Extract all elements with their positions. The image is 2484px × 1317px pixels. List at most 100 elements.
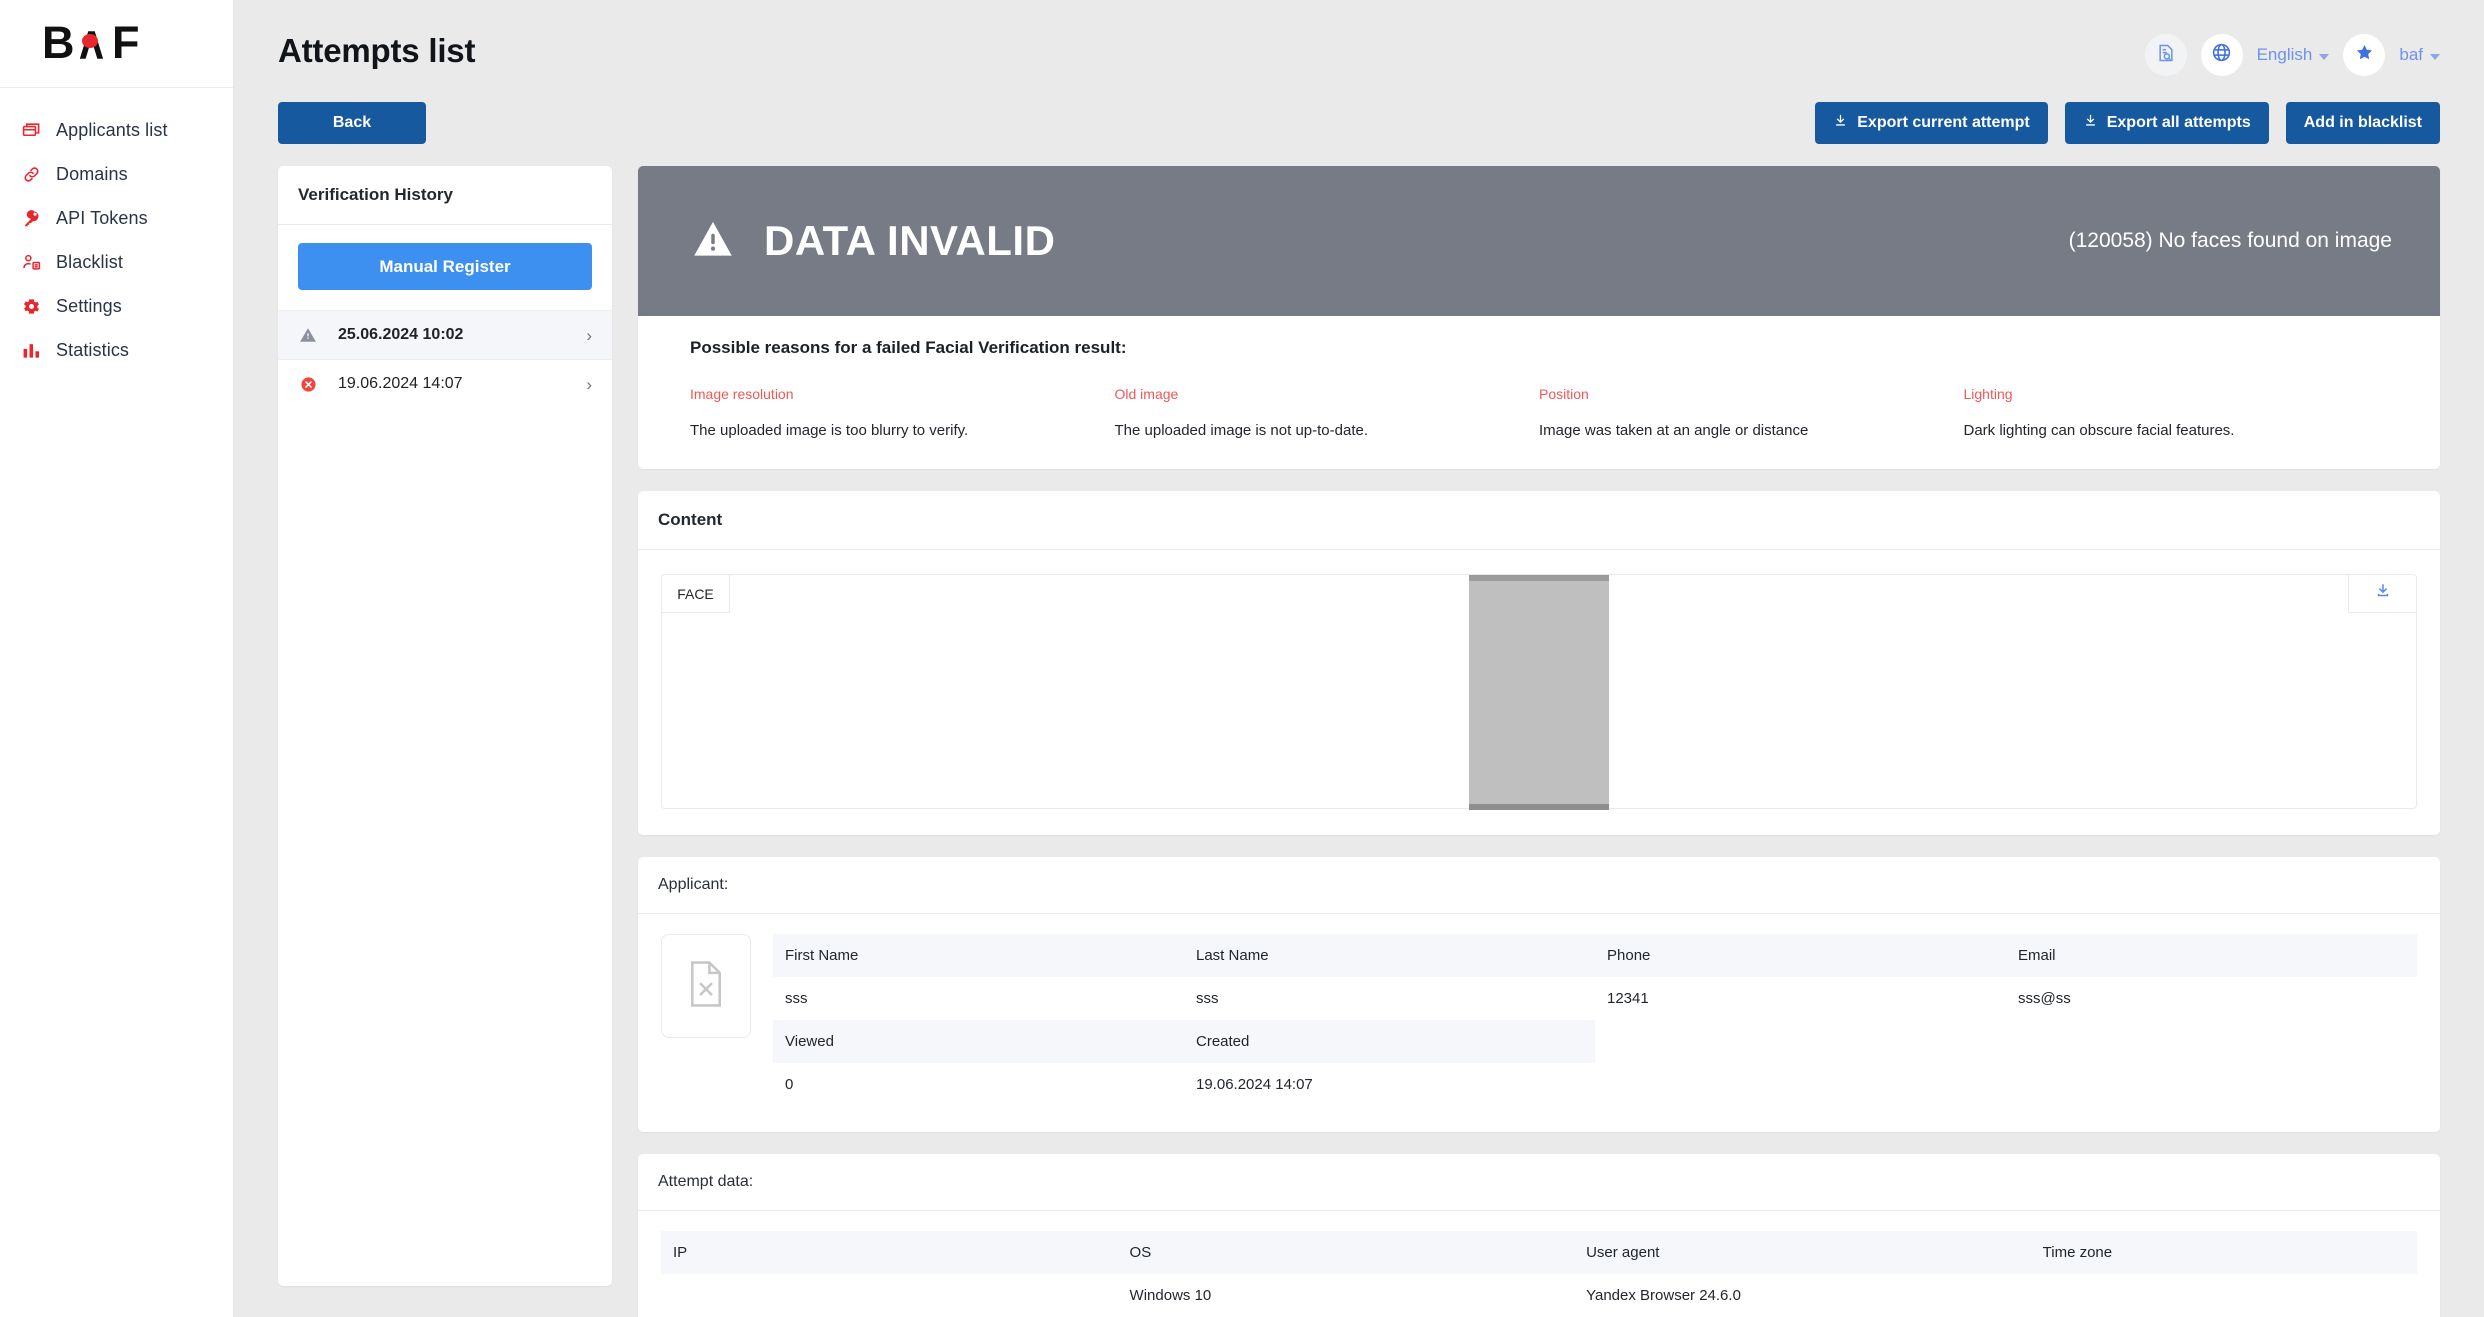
manual-register-button[interactable]: Manual Register [298,243,592,290]
reason-item: Old image The uploaded image is not up-t… [1115,386,1540,439]
download-icon [2083,113,2098,133]
media-frame: FACE [661,574,2417,810]
sidebar-item-statistics[interactable]: Statistics [0,328,233,372]
user-label: baf [2399,45,2423,64]
chevron-down-icon [2430,53,2440,60]
table-cell: 19.06.2024 14:07 [1196,1076,1313,1093]
sidebar-item-settings[interactable]: Settings [0,284,233,328]
download-image-button[interactable] [2348,575,2416,613]
sidebar-item-label: Applicants list [56,119,168,140]
verification-history-item[interactable]: 25.06.2024 10:02 › [278,310,612,359]
sidebar-item-api-tokens[interactable]: API Tokens [0,196,233,240]
reasons-section: Possible reasons for a failed Facial Ver… [638,316,2440,469]
table-row: Windows 10 Yandex Browser 24.6.0 [661,1274,2417,1317]
verification-history-date: 25.06.2024 10:02 [338,326,464,343]
user-block-icon [20,251,42,273]
applicant-title: Applicant: [638,857,2440,914]
applicant-table: First Name Last Name Phone Email sss sss… [773,934,2417,1106]
chevron-down-icon [2319,53,2330,60]
key-icon [20,207,42,229]
language-selector[interactable]: English [2257,45,2330,65]
report-button[interactable] [2144,34,2187,76]
chevron-right-icon: › [586,325,592,345]
chevron-right-icon: › [586,374,592,394]
reason-heading: Image resolution [690,386,794,402]
column-header: User agent [1574,1231,2031,1274]
column-header: Viewed [773,1020,1184,1063]
sidebar-item-blacklist[interactable]: Blacklist [0,240,233,284]
table-cell: Yandex Browser 24.6.0 [1586,1287,1741,1304]
table-cell: sss [1196,990,1219,1007]
status-left: DATA INVALID [690,217,1055,265]
globe-icon [2211,42,2232,68]
manual-register-wrap: Manual Register [278,225,612,310]
export-current-attempt-button[interactable]: Export current attempt [1815,102,2048,144]
bar-chart-icon [20,339,42,361]
sidebar-item-domains[interactable]: Domains [0,152,233,196]
download-icon [1833,113,1848,133]
applicants-list-icon [20,119,42,141]
brand-logo[interactable]: B ∧ F [0,0,233,88]
status-card: DATA INVALID (120058) No faces found on … [638,166,2440,469]
back-button[interactable]: Back [278,102,426,144]
applicant-body: First Name Last Name Phone Email sss sss… [638,914,2440,1132]
face-image [1469,575,1609,810]
reason-item: Lighting Dark lighting can obscure facia… [1964,386,2389,439]
details-column: DATA INVALID (120058) No faces found on … [638,166,2440,1317]
tab-face[interactable]: FACE [662,575,730,613]
favorites-button[interactable] [2343,34,2386,76]
table-row: First Name Last Name Phone Email [773,934,2417,977]
content-body: FACE [638,550,2440,835]
topbar: Attempts list English baf [234,0,2484,80]
column-header: OS [1117,1231,1575,1274]
verification-history-column: Verification History Manual Register 25.… [278,166,612,1286]
table-row: IP OS User agent Time zone [661,1231,2417,1274]
column-header: Time zone [2030,1231,2417,1274]
export-current-attempt-label: Export current attempt [1857,114,2030,131]
export-all-attempts-label: Export all attempts [2106,114,2251,131]
column-header: Created [1184,1020,1595,1063]
main-content: Attempts list English baf Back Export cu… [234,0,2484,1317]
column-header-empty [1595,1020,2006,1063]
reasons-title: Possible reasons for a failed Facial Ver… [690,338,1127,357]
warning-triangle-icon [298,325,318,345]
sidebar-item-label: Settings [56,295,122,316]
table-row: 0 19.06.2024 14:07 [773,1063,2417,1106]
star-icon [2355,43,2374,67]
language-button[interactable] [2200,34,2243,76]
column-header: Phone [1595,934,2006,977]
table-row: sss sss 12341 sss@ss [773,977,2417,1020]
attempt-data-title: Attempt data: [638,1154,2440,1211]
page-title: Attempts list [278,32,476,69]
body-columns: Verification History Manual Register 25.… [234,144,2484,1317]
applicant-document-thumb[interactable] [661,934,751,1038]
sidebar-nav: Applicants list Domains API Tokens Black… [0,88,233,372]
sidebar-item-applicants-list[interactable]: Applicants list [0,108,233,152]
sidebar-item-label: Blacklist [56,251,123,272]
status-banner: DATA INVALID (120058) No faces found on … [638,166,2440,316]
user-menu[interactable]: baf [2399,45,2440,65]
table-cell-empty [1595,1063,2006,1106]
add-in-blacklist-button[interactable]: Add in blacklist [2285,102,2440,144]
language-label: English [2256,45,2313,64]
reason-heading: Old image [1114,386,1179,402]
column-header-empty [2006,1020,2417,1063]
broken-document-icon [685,960,727,1013]
topbar-actions: English baf [2144,28,2440,76]
error-circle-icon [298,374,318,394]
app-root: B ∧ F Applicants list [0,0,2484,1317]
reason-heading: Lighting [1963,386,2013,402]
svg-text:B: B [42,20,75,68]
reason-heading: Position [1539,386,1589,402]
attempt-data-card: Attempt data: IP OS User agent Time zone [638,1154,2440,1317]
status-code: (120058) No faces found on image [2068,229,2392,252]
export-actions: Export current attempt Export all attemp… [1815,102,2440,144]
verification-history-item[interactable]: 19.06.2024 14:07 › [278,359,612,408]
attempt-data-body: IP OS User agent Time zone Windows 10 Ya… [638,1211,2440,1317]
sidebar-item-label: Statistics [56,339,130,360]
export-all-attempts-button[interactable]: Export all attempts [2064,102,2269,144]
reasons-grid: Image resolution The uploaded image is t… [690,386,2388,439]
verification-history-title: Verification History [278,166,612,225]
reason-text: Image was taken at an angle or distance [1539,422,1809,439]
sidebar: B ∧ F Applicants list [0,0,234,1317]
